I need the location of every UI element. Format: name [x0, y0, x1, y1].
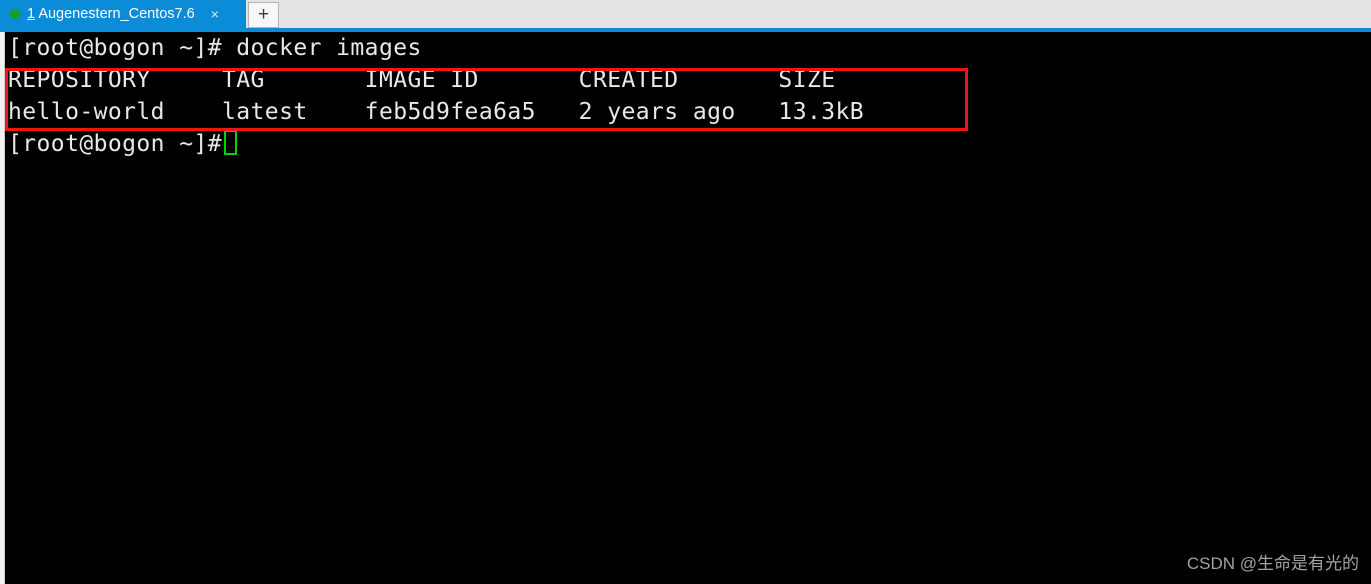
terminal-line-table-row: hello-world latest feb5d9fea6a5 2 years … [8, 99, 865, 125]
terminal-line-command: [root@bogon ~]# docker images [8, 35, 422, 61]
tab-augenestern-centos[interactable]: 1 Augenestern_Centos7.6 × [0, 0, 246, 28]
close-icon[interactable]: × [211, 7, 219, 21]
prompt-text: [root@bogon ~]# [8, 131, 223, 157]
new-tab-button[interactable]: + [248, 2, 279, 28]
watermark: CSDN @生命是有光的 [1186, 554, 1359, 573]
terminal-screen: [root@bogon ~]# docker images REPOSITORY… [8, 32, 1363, 584]
terminal-window: 1 Augenestern_Centos7.6 × + [root@bogon … [0, 0, 1371, 584]
terminal-line-table-header: REPOSITORY TAG IMAGE ID CREATED SIZE [8, 67, 836, 93]
terminal-scrollbar-thumb[interactable] [0, 32, 5, 584]
text-cursor [224, 130, 238, 155]
tab-title: Augenestern_Centos7.6 [38, 6, 195, 22]
terminal-line-prompt: [root@bogon ~]# [8, 128, 1363, 160]
terminal-scrollbar-track[interactable] [0, 32, 5, 584]
tab-label: 1 Augenestern_Centos7.6 [27, 6, 195, 22]
tab-bar: 1 Augenestern_Centos7.6 × + [0, 0, 1371, 28]
tab-index: 1 [27, 6, 36, 22]
tab-status-dot [10, 9, 20, 19]
terminal-body[interactable]: [root@bogon ~]# docker images REPOSITORY… [0, 32, 1371, 584]
